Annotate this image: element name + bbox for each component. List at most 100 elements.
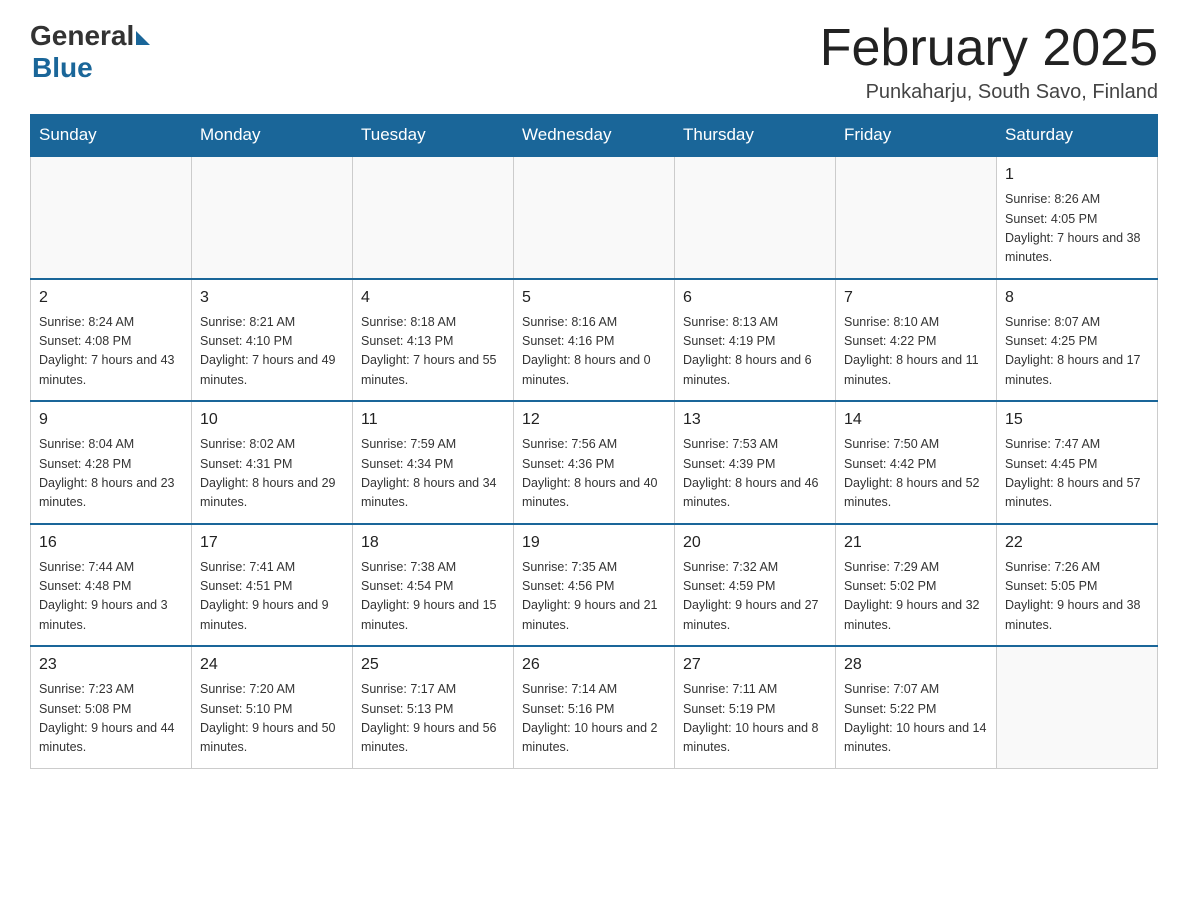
day-number: 11	[361, 408, 505, 432]
day-number: 25	[361, 653, 505, 677]
day-number: 12	[522, 408, 666, 432]
calendar-week-row: 16 Sunrise: 7:44 AMSunset: 4:48 PMDayligh…	[31, 524, 1158, 647]
day-info: Sunrise: 7:07 AMSunset: 5:22 PMDaylight:…	[844, 680, 988, 758]
calendar-table: SundayMondayTuesdayWednesdayThursdayFrid…	[30, 114, 1158, 769]
calendar-cell	[514, 156, 675, 279]
calendar-cell: 26 Sunrise: 7:14 AMSunset: 5:16 PMDayligh…	[514, 646, 675, 768]
calendar-cell: 6 Sunrise: 8:13 AMSunset: 4:19 PMDaylight…	[675, 279, 836, 402]
calendar-cell: 16 Sunrise: 7:44 AMSunset: 4:48 PMDayligh…	[31, 524, 192, 647]
day-number: 27	[683, 653, 827, 677]
day-number: 7	[844, 286, 988, 310]
calendar-cell: 10 Sunrise: 8:02 AMSunset: 4:31 PMDayligh…	[192, 401, 353, 524]
day-number: 16	[39, 531, 183, 555]
day-info: Sunrise: 7:56 AMSunset: 4:36 PMDaylight:…	[522, 435, 666, 513]
calendar-cell: 4 Sunrise: 8:18 AMSunset: 4:13 PMDaylight…	[353, 279, 514, 402]
day-number: 6	[683, 286, 827, 310]
day-info: Sunrise: 8:18 AMSunset: 4:13 PMDaylight:…	[361, 313, 505, 391]
day-info: Sunrise: 8:24 AMSunset: 4:08 PMDaylight:…	[39, 313, 183, 391]
calendar-week-row: 23 Sunrise: 7:23 AMSunset: 5:08 PMDayligh…	[31, 646, 1158, 768]
calendar-cell	[192, 156, 353, 279]
day-info: Sunrise: 7:20 AMSunset: 5:10 PMDaylight:…	[200, 680, 344, 758]
calendar-cell	[31, 156, 192, 279]
calendar-cell	[997, 646, 1158, 768]
calendar-cell: 19 Sunrise: 7:35 AMSunset: 4:56 PMDayligh…	[514, 524, 675, 647]
calendar-cell: 22Sunrise: 7:26 AMSunset: 5:05 PMDayligh…	[997, 524, 1158, 647]
day-info: Sunrise: 7:53 AMSunset: 4:39 PMDaylight:…	[683, 435, 827, 513]
day-number: 15	[1005, 408, 1149, 432]
day-info: Sunrise: 7:47 AMSunset: 4:45 PMDaylight:…	[1005, 435, 1149, 513]
day-number: 5	[522, 286, 666, 310]
day-info: Sunrise: 7:59 AMSunset: 4:34 PMDaylight:…	[361, 435, 505, 513]
day-info: Sunrise: 8:07 AMSunset: 4:25 PMDaylight:…	[1005, 313, 1149, 391]
day-info: Sunrise: 8:10 AMSunset: 4:22 PMDaylight:…	[844, 313, 988, 391]
month-title: February 2025	[820, 20, 1158, 77]
calendar-week-row: 2 Sunrise: 8:24 AMSunset: 4:08 PMDaylight…	[31, 279, 1158, 402]
calendar-cell: 15 Sunrise: 7:47 AMSunset: 4:45 PMDayligh…	[997, 401, 1158, 524]
day-of-week-header: Tuesday	[353, 115, 514, 157]
day-info: Sunrise: 8:02 AMSunset: 4:31 PMDaylight:…	[200, 435, 344, 513]
page-header: General Blue February 2025 Punkaharju, S…	[30, 20, 1158, 104]
calendar-cell: 2 Sunrise: 8:24 AMSunset: 4:08 PMDaylight…	[31, 279, 192, 402]
day-number: 23	[39, 653, 183, 677]
calendar-cell: 14 Sunrise: 7:50 AMSunset: 4:42 PMDayligh…	[836, 401, 997, 524]
day-number: 10	[200, 408, 344, 432]
day-info: Sunrise: 8:13 AMSunset: 4:19 PMDaylight:…	[683, 313, 827, 391]
day-number: 19	[522, 531, 666, 555]
day-number: 21	[844, 531, 988, 555]
day-info: Sunrise: 7:44 AMSunset: 4:48 PMDaylight:…	[39, 558, 183, 636]
day-of-week-header: Monday	[192, 115, 353, 157]
day-number: 8	[1005, 286, 1149, 310]
logo-arrow-icon	[136, 31, 150, 45]
day-of-week-header: Saturday	[997, 115, 1158, 157]
day-info: Sunrise: 7:41 AMSunset: 4:51 PMDaylight:…	[200, 558, 344, 636]
calendar-cell: 23 Sunrise: 7:23 AMSunset: 5:08 PMDayligh…	[31, 646, 192, 768]
calendar-cell: 11 Sunrise: 7:59 AMSunset: 4:34 PMDayligh…	[353, 401, 514, 524]
day-info: Sunrise: 8:04 AMSunset: 4:28 PMDaylight:…	[39, 435, 183, 513]
day-info: Sunrise: 7:50 AMSunset: 4:42 PMDaylight:…	[844, 435, 988, 513]
logo-general-text: General	[30, 20, 134, 52]
day-number: 2	[39, 286, 183, 310]
day-number: 26	[522, 653, 666, 677]
calendar-week-row: 1Sunrise: 8:26 AMSunset: 4:05 PMDaylight…	[31, 156, 1158, 279]
calendar-cell	[675, 156, 836, 279]
day-number: 3	[200, 286, 344, 310]
day-info: Sunrise: 7:29 AMSunset: 5:02 PMDaylight:…	[844, 558, 988, 636]
calendar-cell: 18Sunrise: 7:38 AMSunset: 4:54 PMDayligh…	[353, 524, 514, 647]
title-section: February 2025 Punkaharju, South Savo, Fi…	[820, 20, 1158, 104]
day-of-week-header: Friday	[836, 115, 997, 157]
day-info: Sunrise: 7:11 AMSunset: 5:19 PMDaylight:…	[683, 680, 827, 758]
calendar-cell: 7 Sunrise: 8:10 AMSunset: 4:22 PMDaylight…	[836, 279, 997, 402]
calendar-header-row: SundayMondayTuesdayWednesdayThursdayFrid…	[31, 115, 1158, 157]
calendar-cell: 27 Sunrise: 7:11 AMSunset: 5:19 PMDayligh…	[675, 646, 836, 768]
day-info: Sunrise: 7:23 AMSunset: 5:08 PMDaylight:…	[39, 680, 183, 758]
calendar-cell: 5Sunrise: 8:16 AMSunset: 4:16 PMDaylight…	[514, 279, 675, 402]
day-number: 4	[361, 286, 505, 310]
calendar-cell: 13Sunrise: 7:53 AMSunset: 4:39 PMDayligh…	[675, 401, 836, 524]
calendar-cell	[353, 156, 514, 279]
calendar-cell: 28 Sunrise: 7:07 AMSunset: 5:22 PMDayligh…	[836, 646, 997, 768]
day-info: Sunrise: 7:17 AMSunset: 5:13 PMDaylight:…	[361, 680, 505, 758]
calendar-cell: 20 Sunrise: 7:32 AMSunset: 4:59 PMDayligh…	[675, 524, 836, 647]
day-info: Sunrise: 7:35 AMSunset: 4:56 PMDaylight:…	[522, 558, 666, 636]
day-of-week-header: Wednesday	[514, 115, 675, 157]
day-number: 18	[361, 531, 505, 555]
calendar-cell: 21 Sunrise: 7:29 AMSunset: 5:02 PMDayligh…	[836, 524, 997, 647]
day-of-week-header: Sunday	[31, 115, 192, 157]
day-number: 1	[1005, 163, 1149, 187]
day-of-week-header: Thursday	[675, 115, 836, 157]
calendar-cell: 12 Sunrise: 7:56 AMSunset: 4:36 PMDayligh…	[514, 401, 675, 524]
day-number: 20	[683, 531, 827, 555]
day-number: 24	[200, 653, 344, 677]
day-number: 28	[844, 653, 988, 677]
calendar-cell: 25 Sunrise: 7:17 AMSunset: 5:13 PMDayligh…	[353, 646, 514, 768]
day-number: 14	[844, 408, 988, 432]
day-info: Sunrise: 8:21 AMSunset: 4:10 PMDaylight:…	[200, 313, 344, 391]
calendar-cell: 8 Sunrise: 8:07 AMSunset: 4:25 PMDaylight…	[997, 279, 1158, 402]
day-number: 22	[1005, 531, 1149, 555]
logo: General Blue	[30, 20, 150, 84]
location-text: Punkaharju, South Savo, Finland	[820, 81, 1158, 104]
day-info: Sunrise: 7:32 AMSunset: 4:59 PMDaylight:…	[683, 558, 827, 636]
calendar-cell: 24 Sunrise: 7:20 AMSunset: 5:10 PMDayligh…	[192, 646, 353, 768]
day-info: Sunrise: 7:14 AMSunset: 5:16 PMDaylight:…	[522, 680, 666, 758]
day-number: 17	[200, 531, 344, 555]
